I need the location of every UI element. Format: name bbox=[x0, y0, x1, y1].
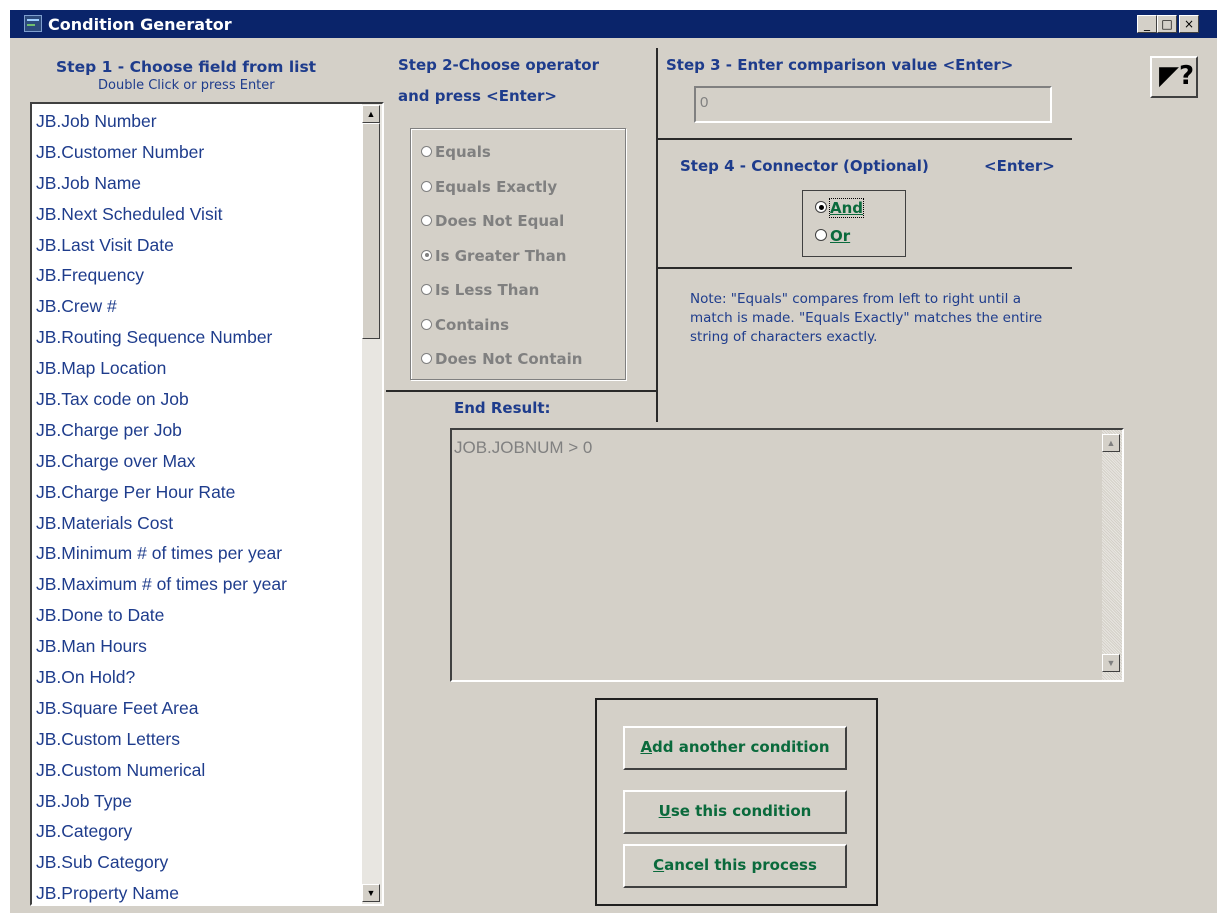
step1-subtitle: Double Click or press Enter bbox=[98, 78, 275, 93]
operator-label: Equals Exactly bbox=[435, 177, 558, 196]
comparison-value-input[interactable]: 0 bbox=[694, 86, 1052, 123]
divider-step3-bottom bbox=[656, 138, 1072, 140]
minimize-icon: _ bbox=[1144, 17, 1150, 31]
operator-radio[interactable]: Equals bbox=[421, 143, 491, 161]
radio-icon bbox=[421, 318, 432, 330]
step2-title-line1: Step 2-Choose operator bbox=[398, 56, 599, 74]
field-list-item[interactable]: JB.Custom Numerical bbox=[36, 755, 356, 786]
field-list[interactable]: JB.Job Number JB.Customer Number JB.Job Na… bbox=[30, 102, 384, 906]
field-list-item[interactable]: JB.Sub Category bbox=[36, 847, 356, 878]
field-list-item[interactable]: JB.Map Location bbox=[36, 353, 356, 384]
radio-icon bbox=[815, 229, 827, 241]
operator-label: Is Greater Than bbox=[435, 246, 567, 265]
field-list-item[interactable]: JB.Charge Per Hour Rate bbox=[36, 477, 356, 508]
divider-vertical bbox=[656, 48, 658, 422]
connector-label: Or bbox=[830, 227, 851, 245]
field-list-item[interactable]: JB.Crew # bbox=[36, 291, 356, 322]
operator-radio[interactable]: Does Not Equal bbox=[421, 212, 564, 230]
condition-generator-window: Condition Generator _ □ × Step 1 - Choos… bbox=[10, 10, 1217, 913]
field-list-item[interactable]: JB.Frequency bbox=[36, 260, 356, 291]
radio-icon bbox=[421, 284, 432, 295]
window-title: Condition Generator bbox=[48, 15, 232, 34]
field-list-item[interactable]: JB.Custom Letters bbox=[36, 724, 356, 755]
result-scroll-down-icon[interactable]: ▼ bbox=[1102, 654, 1120, 672]
scroll-down-icon[interactable]: ▼ bbox=[362, 884, 380, 902]
field-list-item[interactable]: JB.Charge per Job bbox=[36, 415, 356, 446]
operator-label: Does Not Equal bbox=[435, 212, 565, 230]
field-list-items: JB.Job Number JB.Customer Number JB.Job Na… bbox=[36, 106, 356, 904]
field-list-item[interactable]: JB.Maximum # of times per year bbox=[36, 569, 356, 600]
note-text: Note: "Equals" compares from left to rig… bbox=[690, 291, 1043, 345]
close-icon: × bbox=[1183, 17, 1195, 31]
radio-icon bbox=[421, 249, 432, 261]
operator-label: Contains bbox=[435, 315, 510, 334]
add-condition-button[interactable]: Add another condition bbox=[623, 726, 847, 770]
end-result-text: JOB.JOBNUM > 0 bbox=[454, 438, 593, 457]
connector-label: And bbox=[828, 198, 865, 218]
operator-label: Is Less Than bbox=[435, 281, 540, 299]
help-button[interactable]: ◤? bbox=[1150, 56, 1198, 98]
field-list-item[interactable]: JB.Charge over Max bbox=[36, 446, 356, 477]
field-list-item[interactable]: JB.Last Visit Date bbox=[36, 230, 356, 261]
radio-icon bbox=[815, 201, 827, 213]
field-list-item[interactable]: JB.Customer Number bbox=[36, 137, 356, 168]
field-list-item[interactable]: JB.Routing Sequence Number bbox=[36, 322, 356, 353]
field-list-item[interactable]: JB.Next Scheduled Visit bbox=[36, 199, 356, 230]
operator-label: Equals bbox=[435, 143, 491, 161]
step4-title: Step 4 - Connector (Optional) bbox=[680, 157, 929, 175]
maximize-button[interactable]: □ bbox=[1157, 15, 1177, 33]
close-button[interactable]: × bbox=[1179, 15, 1199, 33]
help-icon: ◤? bbox=[1159, 61, 1195, 91]
scroll-thumb[interactable] bbox=[362, 123, 380, 339]
cancel-process-label: ancel this process bbox=[664, 856, 817, 874]
connector-radio[interactable]: And bbox=[815, 198, 865, 218]
field-list-item[interactable]: JB.Man Hours bbox=[36, 631, 356, 662]
field-list-item[interactable]: JB.Materials Cost bbox=[36, 508, 356, 539]
result-scroll-up-icon[interactable]: ▲ bbox=[1102, 434, 1120, 452]
step4-enter-label: <Enter> bbox=[984, 157, 1055, 175]
radio-icon bbox=[421, 215, 432, 226]
operator-radio[interactable]: Does Not Contain bbox=[421, 350, 582, 368]
operator-radio[interactable]: Is Greater Than bbox=[421, 247, 566, 265]
radio-icon bbox=[421, 180, 432, 192]
field-list-item[interactable]: JB.Job Name bbox=[36, 168, 356, 199]
field-list-scrollbar[interactable]: ▲ ▼ bbox=[362, 104, 382, 904]
operator-label: Does Not Contain bbox=[435, 350, 583, 368]
action-button-group: Add another condition Use this condition… bbox=[595, 698, 878, 906]
maximize-icon: □ bbox=[1161, 17, 1173, 31]
operator-radio[interactable]: Equals Exactly bbox=[421, 178, 557, 196]
divider-step2-bottom bbox=[386, 390, 658, 392]
end-result-box[interactable]: JOB.JOBNUM > 0 ▲ ▼ bbox=[450, 428, 1124, 682]
connector-group: And Or bbox=[802, 190, 906, 257]
field-list-item[interactable]: JB.Done to Date bbox=[36, 600, 356, 631]
add-condition-label: dd another condition bbox=[652, 738, 830, 756]
minimize-button[interactable]: _ bbox=[1137, 15, 1157, 33]
use-condition-label: se this condition bbox=[670, 802, 812, 820]
field-list-item[interactable]: JB.On Hold? bbox=[36, 662, 356, 693]
app-icon bbox=[24, 15, 42, 32]
divider-step4-bottom bbox=[656, 267, 1072, 269]
title-bar: Condition Generator _ □ × bbox=[10, 10, 1217, 38]
field-list-item[interactable]: JB.Category bbox=[36, 816, 356, 847]
field-list-item[interactable]: JB.Tax code on Job bbox=[36, 384, 356, 415]
step3-title: Step 3 - Enter comparison value <Enter> bbox=[666, 56, 1014, 74]
cancel-process-button[interactable]: Cancel this process bbox=[623, 844, 847, 888]
field-list-item[interactable]: JB.Minimum # of times per year bbox=[36, 538, 356, 569]
step1-title: Step 1 - Choose field from list bbox=[56, 58, 317, 76]
step2-title-line2: and press <Enter> bbox=[398, 87, 557, 105]
radio-icon bbox=[421, 353, 432, 364]
field-list-item[interactable]: JB.Square Feet Area bbox=[36, 693, 356, 724]
use-condition-button[interactable]: Use this condition bbox=[623, 790, 847, 834]
result-scrollbar[interactable]: ▲ ▼ bbox=[1102, 430, 1122, 680]
radio-icon bbox=[421, 146, 432, 157]
operator-group: Equals Equals Exactly Does Not Equal Is Gre… bbox=[410, 128, 626, 380]
connector-radio[interactable]: Or bbox=[815, 227, 850, 245]
end-result-label: End Result: bbox=[454, 399, 551, 417]
scroll-up-icon[interactable]: ▲ bbox=[362, 105, 380, 123]
operator-radio[interactable]: Contains bbox=[421, 316, 509, 334]
field-list-item[interactable]: JB.Job Type bbox=[36, 786, 356, 817]
operator-radio[interactable]: Is Less Than bbox=[421, 281, 539, 299]
field-list-item[interactable]: JB.Job Number bbox=[36, 106, 356, 137]
field-list-item[interactable]: JB.Property Name bbox=[36, 878, 356, 904]
